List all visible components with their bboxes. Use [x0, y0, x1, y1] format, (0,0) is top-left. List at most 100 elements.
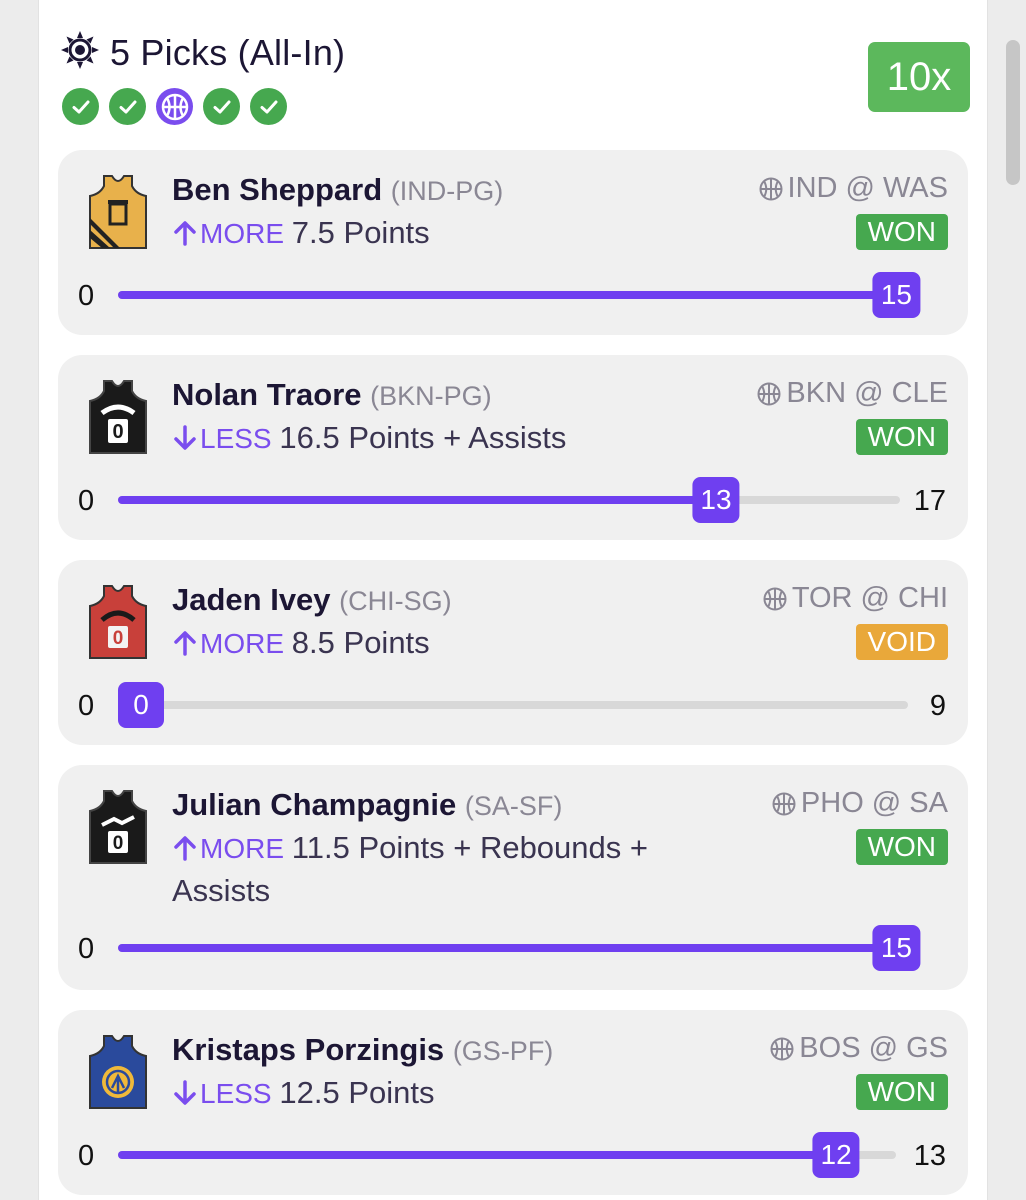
line-value: 11.5	[291, 830, 350, 865]
basketball-icon	[156, 88, 193, 125]
pick-card[interactable]: Ben Sheppard (IND-PG) MORE 7.5 Points IN…	[58, 150, 968, 335]
progress-value: 13	[692, 477, 740, 523]
progress-value: 0	[118, 682, 164, 728]
matchup: BOS @ GS	[799, 1032, 948, 1064]
matchup: PHO @ SA	[800, 787, 948, 819]
basketball-icon	[757, 382, 781, 405]
progress-max: 17	[913, 485, 946, 517]
line-value: 7.5	[291, 215, 335, 250]
progress-min: 0	[78, 1140, 95, 1172]
progress-fill	[118, 944, 920, 952]
line-value: 8.5	[291, 625, 335, 660]
svg-text:0: 0	[113, 833, 124, 854]
progress-min: 0	[78, 280, 95, 312]
matchup: IND @ WAS	[787, 172, 948, 204]
player-name: Jaden Ivey	[172, 582, 331, 617]
jersey-icon	[86, 1032, 150, 1112]
arrow-down-icon	[174, 1080, 196, 1105]
progress-min: 0	[78, 485, 95, 517]
arrow-up-icon	[174, 221, 196, 246]
check-icon	[250, 88, 287, 125]
status-badge: WON	[855, 1074, 948, 1110]
jersey-icon: 0	[86, 787, 150, 867]
progress-value: 12	[812, 1132, 860, 1178]
check-icon	[109, 88, 146, 125]
stat-type: Points	[343, 215, 430, 250]
basketball-icon	[772, 792, 796, 815]
status-badge: WON	[855, 214, 948, 250]
progress-row: 0 12 13	[58, 1132, 968, 1182]
progress-track: 15	[118, 925, 920, 971]
entry-header: 5 Picks (All-In) 10x	[60, 30, 970, 140]
direction-label: MORE	[200, 628, 284, 659]
pick-card[interactable]: 0 Nolan Traore (BKN-PG) LESS 16.5 Points…	[58, 355, 968, 540]
scrollbar[interactable]	[1006, 40, 1020, 185]
sun-icon	[60, 30, 100, 75]
player-team-position: (GS-PF)	[452, 1036, 554, 1066]
player-name: Kristaps Porzingis	[172, 1032, 445, 1067]
player-team-position: (CHI-SG)	[339, 586, 452, 616]
direction-label: LESS	[200, 1078, 272, 1109]
jersey-icon	[86, 172, 150, 252]
pick-card[interactable]: 0 Jaden Ivey (CHI-SG) MORE 8.5 Points TO…	[58, 560, 968, 745]
pick-card[interactable]: 0 Julian Champagnie (SA-SF) MORE 11.5 Po…	[58, 765, 968, 990]
player-name: Julian Champagnie	[172, 787, 457, 822]
progress-track: 0	[118, 682, 908, 728]
svg-text:0: 0	[113, 628, 124, 649]
arrow-up-icon	[174, 836, 196, 861]
arrow-up-icon	[174, 631, 196, 656]
basketball-icon	[763, 587, 787, 610]
progress-track: 15	[118, 272, 920, 318]
direction: MORE	[172, 218, 292, 249]
progress-track: 12	[118, 1132, 896, 1178]
matchup: TOR @ CHI	[791, 582, 948, 614]
progress-row: 0 0 9	[58, 682, 968, 732]
pick-status-row	[62, 88, 287, 125]
status-badge: WON	[855, 829, 948, 865]
player-name: Ben Sheppard	[172, 172, 383, 207]
check-icon	[203, 88, 240, 125]
direction: LESS	[172, 423, 279, 454]
player-name: Nolan Traore	[172, 377, 362, 412]
progress-row: 0 15	[58, 272, 968, 322]
direction: LESS	[172, 1078, 279, 1109]
progress-max: 9	[929, 690, 946, 722]
player-team-position: (IND-PG)	[390, 176, 504, 206]
progress-track: 13	[118, 477, 900, 523]
arrow-down-icon	[174, 425, 196, 450]
progress-fill	[118, 291, 920, 299]
progress-row: 0 15	[58, 925, 968, 975]
stat-type: Points + Assists	[348, 420, 567, 455]
check-icon	[62, 88, 99, 125]
direction-label: MORE	[200, 833, 284, 864]
progress-row: 0 13 17	[58, 477, 968, 527]
pick-card[interactable]: Kristaps Porzingis (GS-PF) LESS 12.5 Poi…	[58, 1010, 968, 1195]
entry-title: 5 Picks (All-In)	[110, 31, 346, 73]
direction-label: MORE	[200, 218, 284, 249]
player-team-position: (BKN-PG)	[370, 381, 492, 411]
basketball-icon	[759, 177, 783, 200]
progress-min: 0	[78, 690, 95, 722]
stat-type: Points	[343, 625, 430, 660]
progress-max: 13	[913, 1140, 946, 1172]
player-team-position: (SA-SF)	[464, 791, 563, 821]
jersey-icon: 0	[86, 582, 150, 662]
direction: MORE	[172, 833, 292, 864]
jersey-icon: 0	[86, 377, 150, 457]
status-badge: VOID	[855, 624, 948, 660]
progress-value: 15	[872, 272, 920, 318]
svg-text:0: 0	[112, 421, 123, 443]
line-value: 16.5	[279, 420, 340, 455]
line-value: 12.5	[279, 1075, 340, 1110]
progress-value: 15	[872, 925, 920, 971]
matchup: BKN @ CLE	[786, 377, 948, 409]
stat-type: Points	[348, 1075, 435, 1110]
multiplier-badge: 10x	[868, 42, 970, 112]
progress-min: 0	[78, 933, 95, 965]
direction-label: LESS	[200, 423, 272, 454]
basketball-icon	[770, 1037, 794, 1060]
progress-fill	[118, 496, 716, 504]
progress-fill	[118, 1151, 837, 1159]
status-badge: WON	[855, 419, 948, 455]
direction: MORE	[172, 628, 292, 659]
